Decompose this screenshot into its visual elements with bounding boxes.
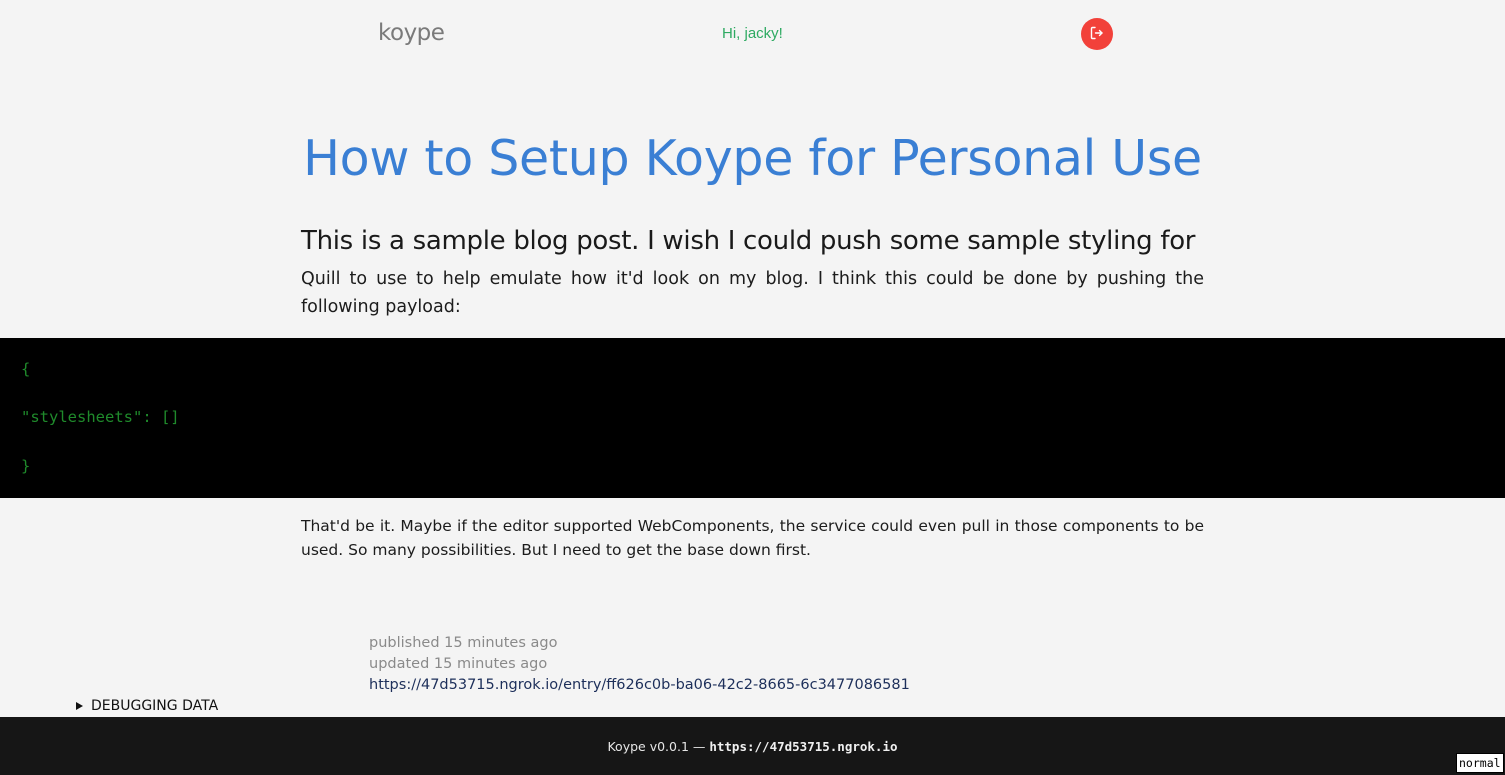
footer-version: Koype v0.0.1 — [607, 739, 689, 754]
post-paragraph: That'd be it. Maybe if the editor suppor… — [301, 517, 1204, 559]
disclosure-triangle-icon — [76, 702, 83, 710]
debugging-data-label: DEBUGGING DATA — [91, 698, 219, 714]
footer-text: Koype v0.0.1 — https://47d53715.ngrok.io — [0, 739, 1505, 754]
code-block: { "stylesheets": [] } — [0, 338, 1505, 498]
site-footer: Koype v0.0.1 — https://47d53715.ngrok.io — [0, 717, 1505, 775]
code-line: { — [21, 360, 31, 378]
post-title: How to Setup Koype for Personal Use — [303, 130, 1202, 187]
post-paragraph: Quill to use to help emulate how it'd lo… — [301, 269, 1204, 317]
logout-icon — [1090, 26, 1104, 43]
footer-separator: — — [688, 739, 710, 754]
post-lead-paragraph: This is a sample blog post. I wish I cou… — [301, 226, 1196, 256]
debugging-data-toggle[interactable]: DEBUGGING DATA — [76, 698, 218, 714]
site-logo[interactable]: koype — [378, 20, 445, 46]
logout-button[interactable] — [1081, 18, 1113, 50]
footer-site-link[interactable]: https://47d53715.ngrok.io — [709, 739, 897, 754]
updated-timestamp: updated 15 minutes ago — [369, 656, 548, 672]
mode-badge: normal — [1456, 753, 1504, 773]
code-line: } — [21, 457, 31, 475]
user-greeting: Hi, jacky! — [722, 25, 783, 42]
entry-permalink[interactable]: https://47d53715.ngrok.io/entry/ff626c0b… — [369, 677, 910, 693]
page: koype Hi, jacky! How to Setup Koype for … — [0, 0, 1505, 775]
code-line: "stylesheets": [] — [21, 408, 180, 426]
published-timestamp: published 15 minutes ago — [369, 635, 558, 651]
